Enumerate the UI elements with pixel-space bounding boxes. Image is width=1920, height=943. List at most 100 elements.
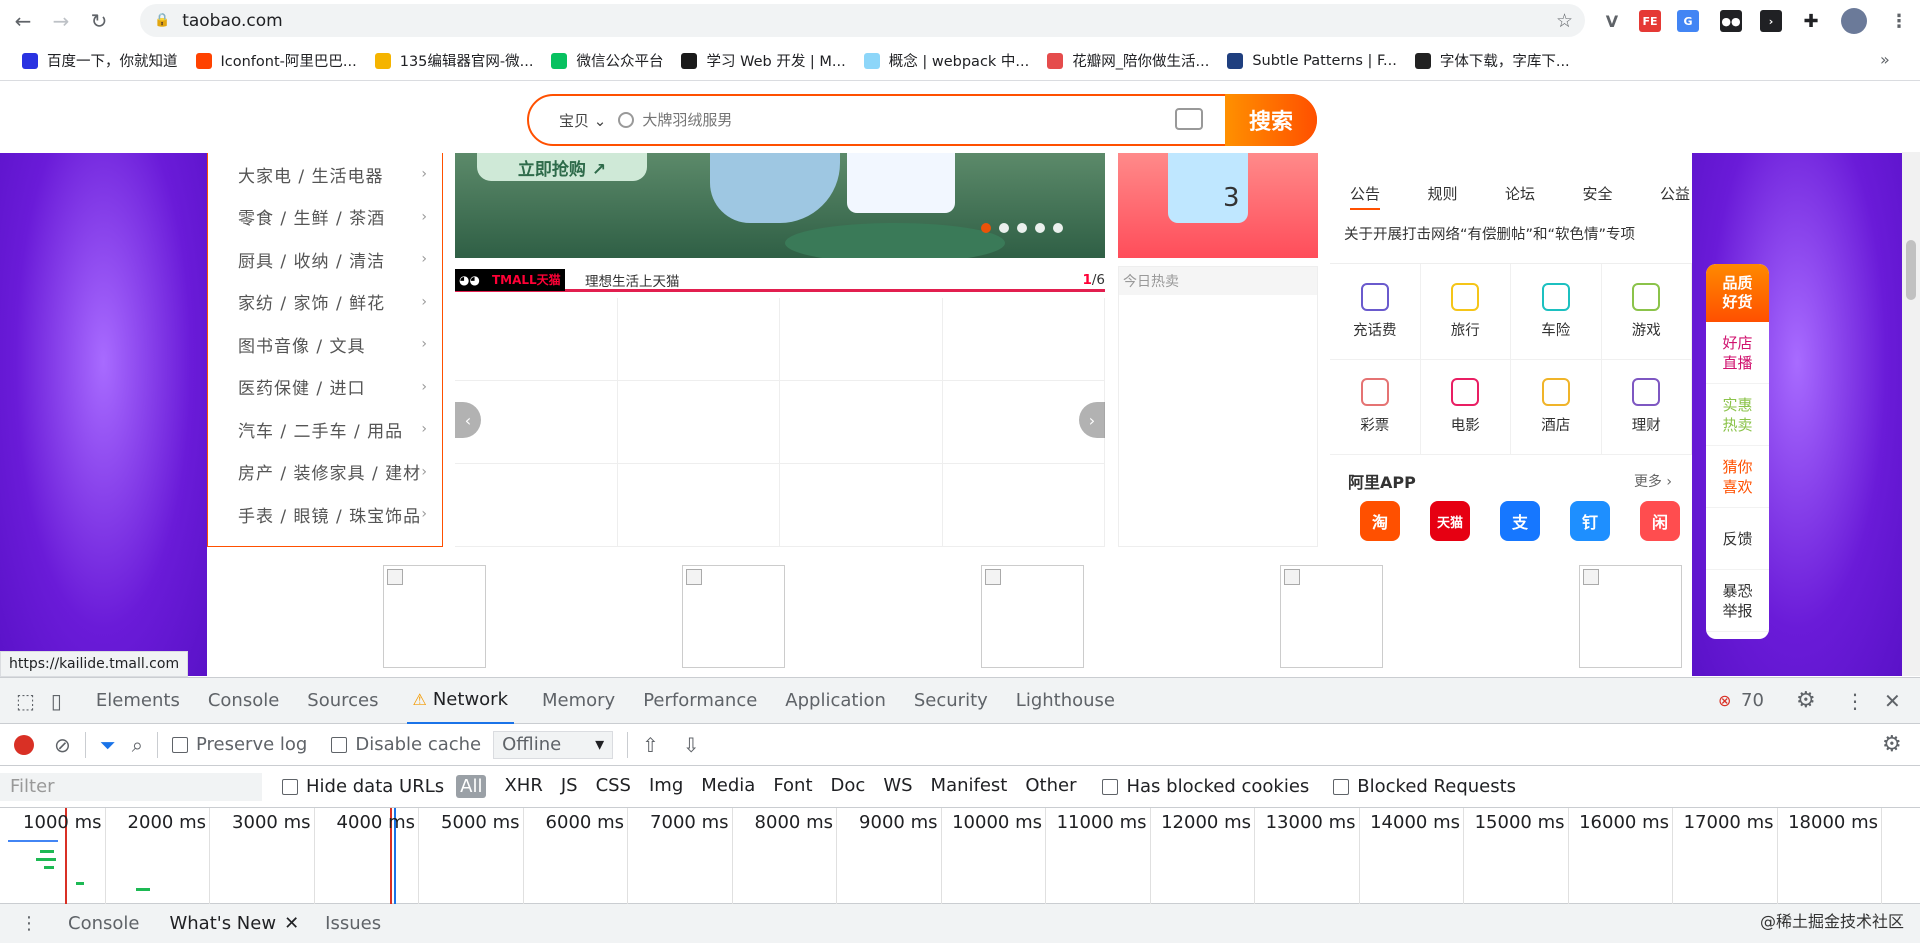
drawer-menu-icon[interactable]: ⋮ (20, 913, 38, 934)
resource-type-filter[interactable]: All (456, 775, 487, 798)
devtools-tab[interactable]: Application (785, 678, 886, 724)
browser-menu-icon[interactable]: ⋮ (1888, 10, 1910, 32)
brand-cell[interactable] (617, 381, 780, 464)
inspect-element-icon[interactable]: ⬚ (16, 689, 35, 713)
service-item[interactable]: 旅行 (1420, 264, 1511, 360)
service-item[interactable]: 充话费 (1330, 264, 1421, 360)
notice-tab[interactable]: 论坛 (1505, 183, 1535, 210)
devtools-tab[interactable]: ⚠ Network (406, 678, 514, 724)
aliapp-icon[interactable]: 钉 (1570, 501, 1610, 541)
broken-image[interactable] (981, 565, 1084, 668)
service-item[interactable]: 游戏 (1601, 264, 1692, 360)
resource-type-filter[interactable]: JS (561, 775, 578, 798)
extension-fe-icon[interactable]: FE (1639, 10, 1661, 32)
bookmark-item[interactable]: 字体下载，字库下... (1414, 50, 1570, 71)
error-count[interactable]: 70 (1741, 690, 1764, 711)
bookmark-item[interactable]: 花瓣网_陪你做生活... (1047, 50, 1209, 71)
devtools-tab[interactable]: Lighthouse (1016, 678, 1115, 724)
reload-icon[interactable]: ↻ (84, 6, 114, 36)
broken-image[interactable] (1579, 565, 1682, 668)
bookmark-item[interactable]: 学习 Web 开发 | M... (681, 50, 846, 71)
brand-cell[interactable] (617, 464, 780, 547)
search-network-icon[interactable]: ⌕ (132, 733, 143, 757)
bookmark-item[interactable]: 微信公众平台 (551, 50, 663, 71)
banner-cta[interactable]: 立即抢购 ↗ (477, 153, 647, 181)
extension-eyes-icon[interactable]: ●● (1720, 10, 1742, 32)
extension-code-icon[interactable]: › (1760, 10, 1782, 32)
brand-cell[interactable] (942, 298, 1105, 381)
service-item[interactable]: 理财 (1601, 359, 1692, 455)
search-category[interactable]: 宝贝 ⌄ (559, 110, 606, 131)
brand-cell[interactable] (942, 464, 1105, 547)
carousel-dot[interactable] (1035, 223, 1045, 233)
blocked-cookies-checkbox[interactable] (1102, 778, 1119, 795)
service-item[interactable]: 酒店 (1511, 359, 1602, 455)
tmall-logo[interactable]: ◕◕ TMALL天猫 (455, 268, 565, 291)
devtools-tab[interactable]: Elements (96, 678, 180, 724)
extension-translate-icon[interactable]: G (1677, 10, 1699, 32)
bookmark-item[interactable]: Subtle Patterns | F... (1227, 52, 1397, 69)
export-har-icon[interactable]: ⇩ (683, 733, 700, 757)
resource-type-filter[interactable]: Other (1025, 775, 1076, 798)
category-item[interactable]: 厨具 / 收纳 / 清洁 › (208, 238, 442, 281)
record-icon[interactable] (14, 734, 34, 755)
float-item[interactable]: 实惠热卖 (1706, 384, 1769, 446)
network-settings-icon[interactable]: ⚙ (1882, 732, 1902, 757)
broken-image[interactable] (1280, 565, 1383, 668)
category-item[interactable]: 房产 / 装修家具 / 建材 › (208, 451, 442, 494)
search-input[interactable] (642, 111, 1153, 129)
brand-cell[interactable] (780, 298, 943, 381)
close-devtools-icon[interactable]: ✕ (1884, 689, 1901, 713)
service-item[interactable]: 车险 (1511, 264, 1602, 360)
carousel-dot[interactable] (999, 223, 1009, 233)
carousel-dot[interactable] (981, 223, 991, 233)
notice-tab[interactable]: 公益 (1660, 183, 1690, 210)
network-overview-timeline[interactable]: 1000 ms 2000 ms 3000 ms 4000 ms 5000 ms 6000 … (0, 808, 1920, 904)
device-toolbar-icon[interactable]: ▯ (51, 689, 62, 713)
float-item[interactable]: 好店直播 (1706, 322, 1769, 384)
bookmark-item[interactable]: Iconfont-阿里巴巴... (195, 50, 357, 71)
aliapp-icon[interactable]: 支 (1500, 501, 1540, 541)
resource-type-filter[interactable]: Doc (831, 775, 866, 798)
side-banner[interactable]: 3 (1118, 153, 1318, 258)
extension-v-icon[interactable]: V (1601, 10, 1623, 32)
more-link[interactable]: 更多 › (1634, 471, 1672, 491)
resource-type-filter[interactable]: Font (773, 775, 812, 798)
search-button[interactable]: 搜索 (1225, 94, 1317, 146)
float-item[interactable]: 猜你喜欢 (1706, 446, 1769, 508)
brand-cell[interactable] (455, 298, 618, 381)
preserve-log-checkbox[interactable] (171, 736, 188, 753)
brand-cell[interactable] (455, 464, 618, 547)
brand-cell[interactable] (780, 464, 943, 547)
resource-type-filter[interactable]: Media (701, 775, 755, 798)
aliapp-icon[interactable]: 闲 (1640, 501, 1680, 541)
notice-tab[interactable]: 规则 (1427, 183, 1457, 210)
aliapp-icon[interactable]: 天猫 (1430, 501, 1470, 541)
category-item[interactable]: 手表 / 眼镜 / 珠宝饰品 › (208, 493, 442, 536)
disable-cache-checkbox[interactable] (331, 736, 348, 753)
devtools-menu-icon[interactable]: ⋮ (1845, 689, 1865, 713)
devtools-tab[interactable]: Performance (643, 678, 757, 724)
throttle-select[interactable]: Offline ▾ (493, 730, 614, 759)
address-bar[interactable]: 🔒 taobao.com ☆ (140, 4, 1585, 37)
devtools-tab[interactable]: Memory (542, 678, 615, 724)
clear-icon[interactable]: ⊘ (54, 733, 71, 757)
bookmark-item[interactable]: 135编辑器官网-微... (374, 50, 533, 71)
devtools-tab[interactable]: Sources (307, 678, 378, 724)
notice-tab[interactable]: 公告 (1350, 183, 1381, 210)
category-item[interactable]: 大家电 / 生活电器 › (208, 153, 442, 196)
filter-icon[interactable]: ⏷ (100, 733, 116, 757)
broken-image[interactable] (383, 565, 486, 668)
devtools-tab[interactable]: Console (208, 678, 279, 724)
lock-icon[interactable]: 🔒 (154, 13, 170, 28)
category-item[interactable]: 医药保健 / 进口 › (208, 366, 442, 409)
drawer-tab-console[interactable]: Console (68, 913, 139, 934)
scrollbar-thumb[interactable] (1906, 240, 1916, 300)
main-banner[interactable]: 立即抢购 ↗ (455, 153, 1105, 258)
page-scrollbar[interactable] (1902, 152, 1920, 676)
camera-icon[interactable] (1175, 108, 1203, 130)
resource-type-filter[interactable]: Manifest (931, 775, 1008, 798)
category-item[interactable]: 图书音像 / 文具 › (208, 323, 442, 366)
category-item[interactable]: 汽车 / 二手车 / 用品 › (208, 408, 442, 451)
aliapp-icon[interactable]: 淘 (1360, 501, 1400, 541)
